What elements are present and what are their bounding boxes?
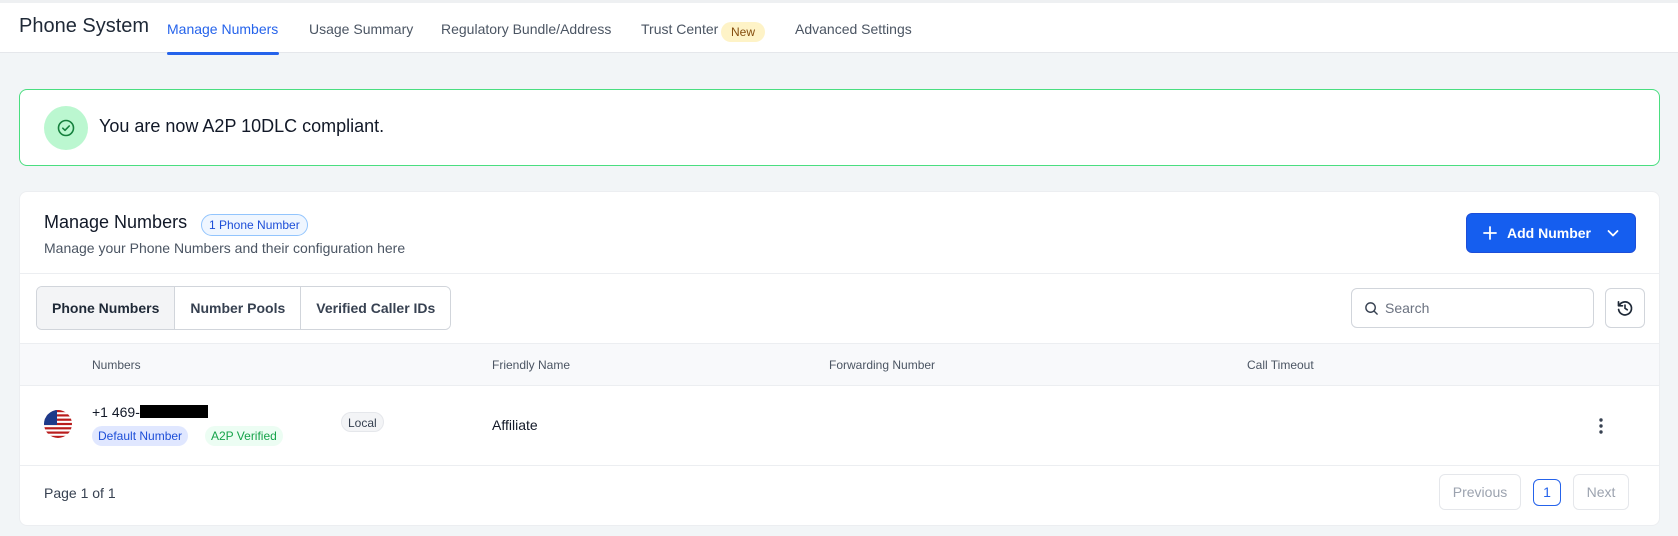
chevron-down-icon[interactable] — [1605, 225, 1621, 241]
new-badge: New — [721, 22, 766, 42]
plus-icon — [1483, 226, 1497, 240]
tab-regulatory-bundle[interactable]: Regulatory Bundle/Address — [441, 21, 611, 37]
segment-number-pools[interactable]: Number Pools — [175, 287, 302, 329]
table-row[interactable]: +1 469- Default Number A2P Verified Loca… — [20, 386, 1659, 466]
alert-message: You are now A2P 10DLC compliant. — [99, 116, 385, 136]
top-nav: Phone System Manage Numbers Usage Summar… — [0, 0, 1678, 55]
tab-usage-summary[interactable]: Usage Summary — [309, 21, 413, 37]
column-friendly-name[interactable]: Friendly Name — [492, 358, 570, 372]
segment-phone-numbers[interactable]: Phone Numbers — [37, 287, 176, 329]
redacted-digits — [139, 405, 208, 418]
number-type-badge: Local — [341, 412, 384, 432]
column-numbers[interactable]: Numbers — [92, 358, 141, 372]
card-title: Manage Numbers — [44, 212, 188, 232]
next-page-button[interactable]: Next — [1573, 474, 1629, 510]
column-call-timeout[interactable]: Call Timeout — [1247, 358, 1314, 372]
number-type-segmented-control: Phone Numbers Number Pools Verified Call… — [36, 286, 452, 330]
tab-manage-numbers[interactable]: Manage Numbers — [167, 21, 278, 37]
more-options-icon[interactable] — [1591, 414, 1611, 438]
friendly-name-cell: Affiliate — [492, 417, 538, 433]
column-forwarding-number[interactable]: Forwarding Number — [829, 358, 935, 372]
card-header-divider — [20, 273, 1659, 274]
table-header: Numbers Friendly Name Forwarding Number … — [20, 343, 1659, 386]
search-icon — [1365, 302, 1378, 315]
previous-page-button[interactable]: Previous — [1439, 474, 1521, 510]
phone-number-text: +1 469- — [92, 404, 140, 420]
app-title: Phone System — [19, 15, 150, 37]
a2p-verified-badge: A2P Verified — [205, 426, 283, 446]
us-flag-icon — [44, 410, 72, 438]
refresh-icon — [1617, 300, 1633, 316]
compliance-alert: You are now A2P 10DLC compliant. — [19, 89, 1660, 166]
refresh-button[interactable] — [1605, 288, 1645, 328]
manage-numbers-card: Manage Numbers 1 Phone Number Manage you… — [19, 191, 1660, 526]
check-circle-icon — [44, 106, 88, 150]
page-indicator: Page 1 of 1 — [44, 485, 116, 501]
tab-trust-center[interactable]: Trust Center — [641, 21, 718, 37]
add-number-label: Add Number — [1507, 225, 1591, 241]
card-subtitle: Manage your Phone Numbers and their conf… — [44, 240, 406, 256]
search-box — [1351, 288, 1594, 328]
default-number-badge: Default Number — [92, 426, 189, 446]
segment-verified-caller-ids[interactable]: Verified Caller IDs — [301, 287, 451, 329]
active-tab-indicator — [167, 52, 279, 55]
page-1-button[interactable]: 1 — [1533, 479, 1561, 506]
add-number-button[interactable]: Add Number — [1466, 213, 1636, 253]
tab-advanced-settings[interactable]: Advanced Settings — [795, 21, 912, 37]
phone-number: +1 469- — [92, 404, 208, 420]
search-input[interactable] — [1385, 289, 1585, 327]
phone-number-count-badge: 1 Phone Number — [201, 214, 308, 236]
